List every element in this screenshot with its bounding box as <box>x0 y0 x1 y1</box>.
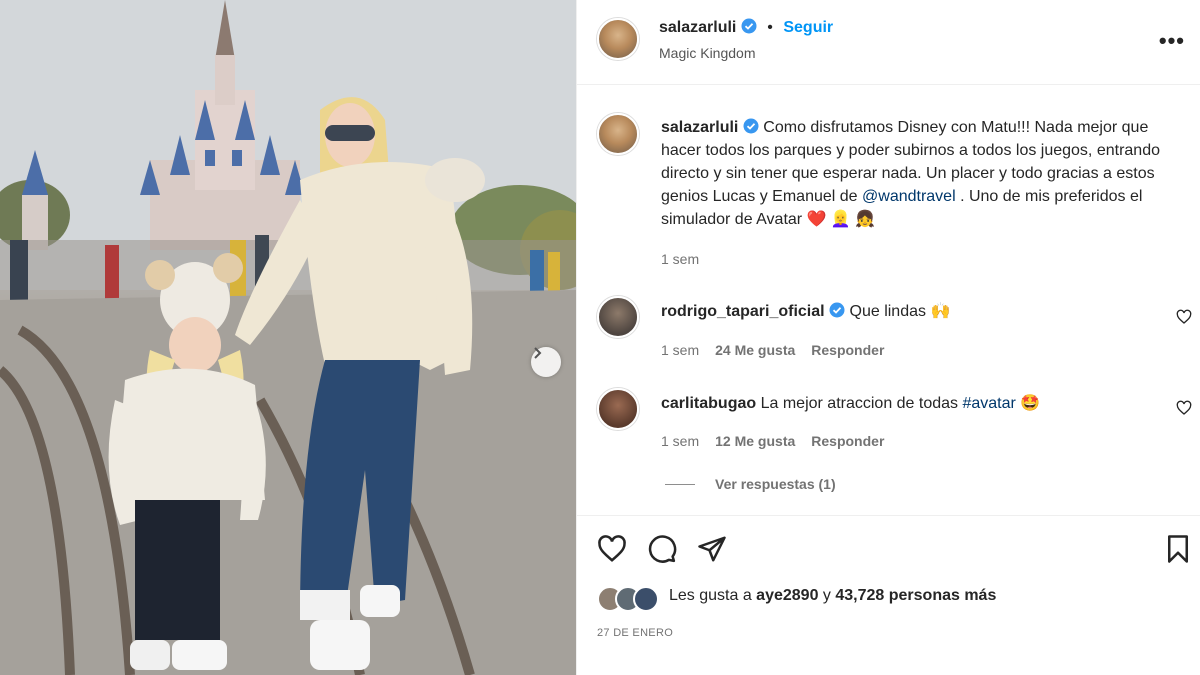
likes-count[interactable]: 43,728 personas más <box>835 587 996 604</box>
post-header: salazarluli • Seguir Magic Kingdom ••• <box>577 0 1200 85</box>
more-options-icon[interactable]: ••• <box>1159 28 1185 54</box>
comment-icon[interactable] <box>647 534 677 564</box>
location-link[interactable]: Magic Kingdom <box>659 45 756 61</box>
caption-emojis: ❤️ 👱‍♀️ 👧 <box>806 211 876 228</box>
comment-username[interactable]: carlitabugao <box>661 395 756 412</box>
caption-author-avatar[interactable] <box>597 113 639 155</box>
follow-button[interactable]: Seguir <box>783 19 833 36</box>
comment-text: Que lindas <box>849 303 931 320</box>
author-line: salazarluli • Seguir <box>659 18 833 37</box>
next-image-button[interactable] <box>531 347 561 377</box>
comment-2: carlitabugao La mejor atraccion de todas… <box>661 393 1040 413</box>
heart-icon[interactable] <box>597 534 627 564</box>
post-date[interactable]: 27 DE ENERO <box>597 627 673 639</box>
bookmark-icon[interactable] <box>1163 534 1193 564</box>
view-replies-row[interactable]: Ver respuestas (1) <box>665 476 836 492</box>
verified-badge-icon <box>829 302 845 318</box>
hashtag-link[interactable]: #avatar <box>962 395 1015 412</box>
separator-bullet: • <box>767 19 773 36</box>
comment-avatar-1[interactable] <box>597 296 639 338</box>
view-replies-button[interactable]: Ver respuestas (1) <box>715 476 836 492</box>
comment-likes[interactable]: 12 Me gusta <box>715 433 795 449</box>
caption-username[interactable]: salazarluli <box>661 119 738 136</box>
liker-username[interactable]: aye2890 <box>756 587 818 604</box>
caption-time[interactable]: 1 sem <box>661 251 699 267</box>
verified-badge-icon <box>743 118 759 134</box>
author-avatar[interactable] <box>597 18 639 60</box>
post-side-panel: salazarluli • Seguir Magic Kingdom ••• s… <box>576 0 1200 675</box>
comment-meta-1: 1 sem 24 Me gusta Responder <box>661 342 884 358</box>
post-caption: salazarluli Como disfrutamos Disney con … <box>661 116 1181 231</box>
mention-link[interactable]: @wandtravel <box>862 188 956 205</box>
comment-emoji: 🤩 <box>1020 395 1041 412</box>
comment-text: La mejor atraccion de todas <box>760 395 963 412</box>
replies-line <box>665 483 695 485</box>
comment-time[interactable]: 1 sem <box>661 342 699 358</box>
liker-avatar <box>633 586 659 612</box>
comment-time[interactable]: 1 sem <box>661 433 699 449</box>
reply-button[interactable]: Responder <box>811 433 884 449</box>
comment-like-heart-icon[interactable] <box>1176 309 1192 325</box>
chevron-right-icon <box>534 347 542 359</box>
comment-emoji: 🙌 <box>930 303 951 320</box>
post-actions-section: Les gusta a aye2890 y 43,728 personas má… <box>577 515 1200 675</box>
comment-1: rodrigo_tapari_oficial Que lindas 🙌 <box>661 301 950 321</box>
author-username[interactable]: salazarluli <box>659 19 736 36</box>
comment-like-heart-icon[interactable] <box>1176 400 1192 416</box>
likes-summary[interactable]: Les gusta a aye2890 y 43,728 personas má… <box>669 587 996 605</box>
comment-username[interactable]: rodrigo_tapari_oficial <box>661 303 825 320</box>
likes-middle: y <box>818 587 836 604</box>
paper-plane-icon[interactable] <box>697 534 727 564</box>
photo-illustration <box>0 0 576 675</box>
reply-button[interactable]: Responder <box>811 342 884 358</box>
comment-likes[interactable]: 24 Me gusta <box>715 342 795 358</box>
verified-badge-icon <box>741 18 757 34</box>
comment-avatar-2[interactable] <box>597 388 639 430</box>
post-photo[interactable] <box>0 0 576 675</box>
likes-prefix: Les gusta a <box>669 587 757 604</box>
comment-meta-2: 1 sem 12 Me gusta Responder <box>661 433 884 449</box>
